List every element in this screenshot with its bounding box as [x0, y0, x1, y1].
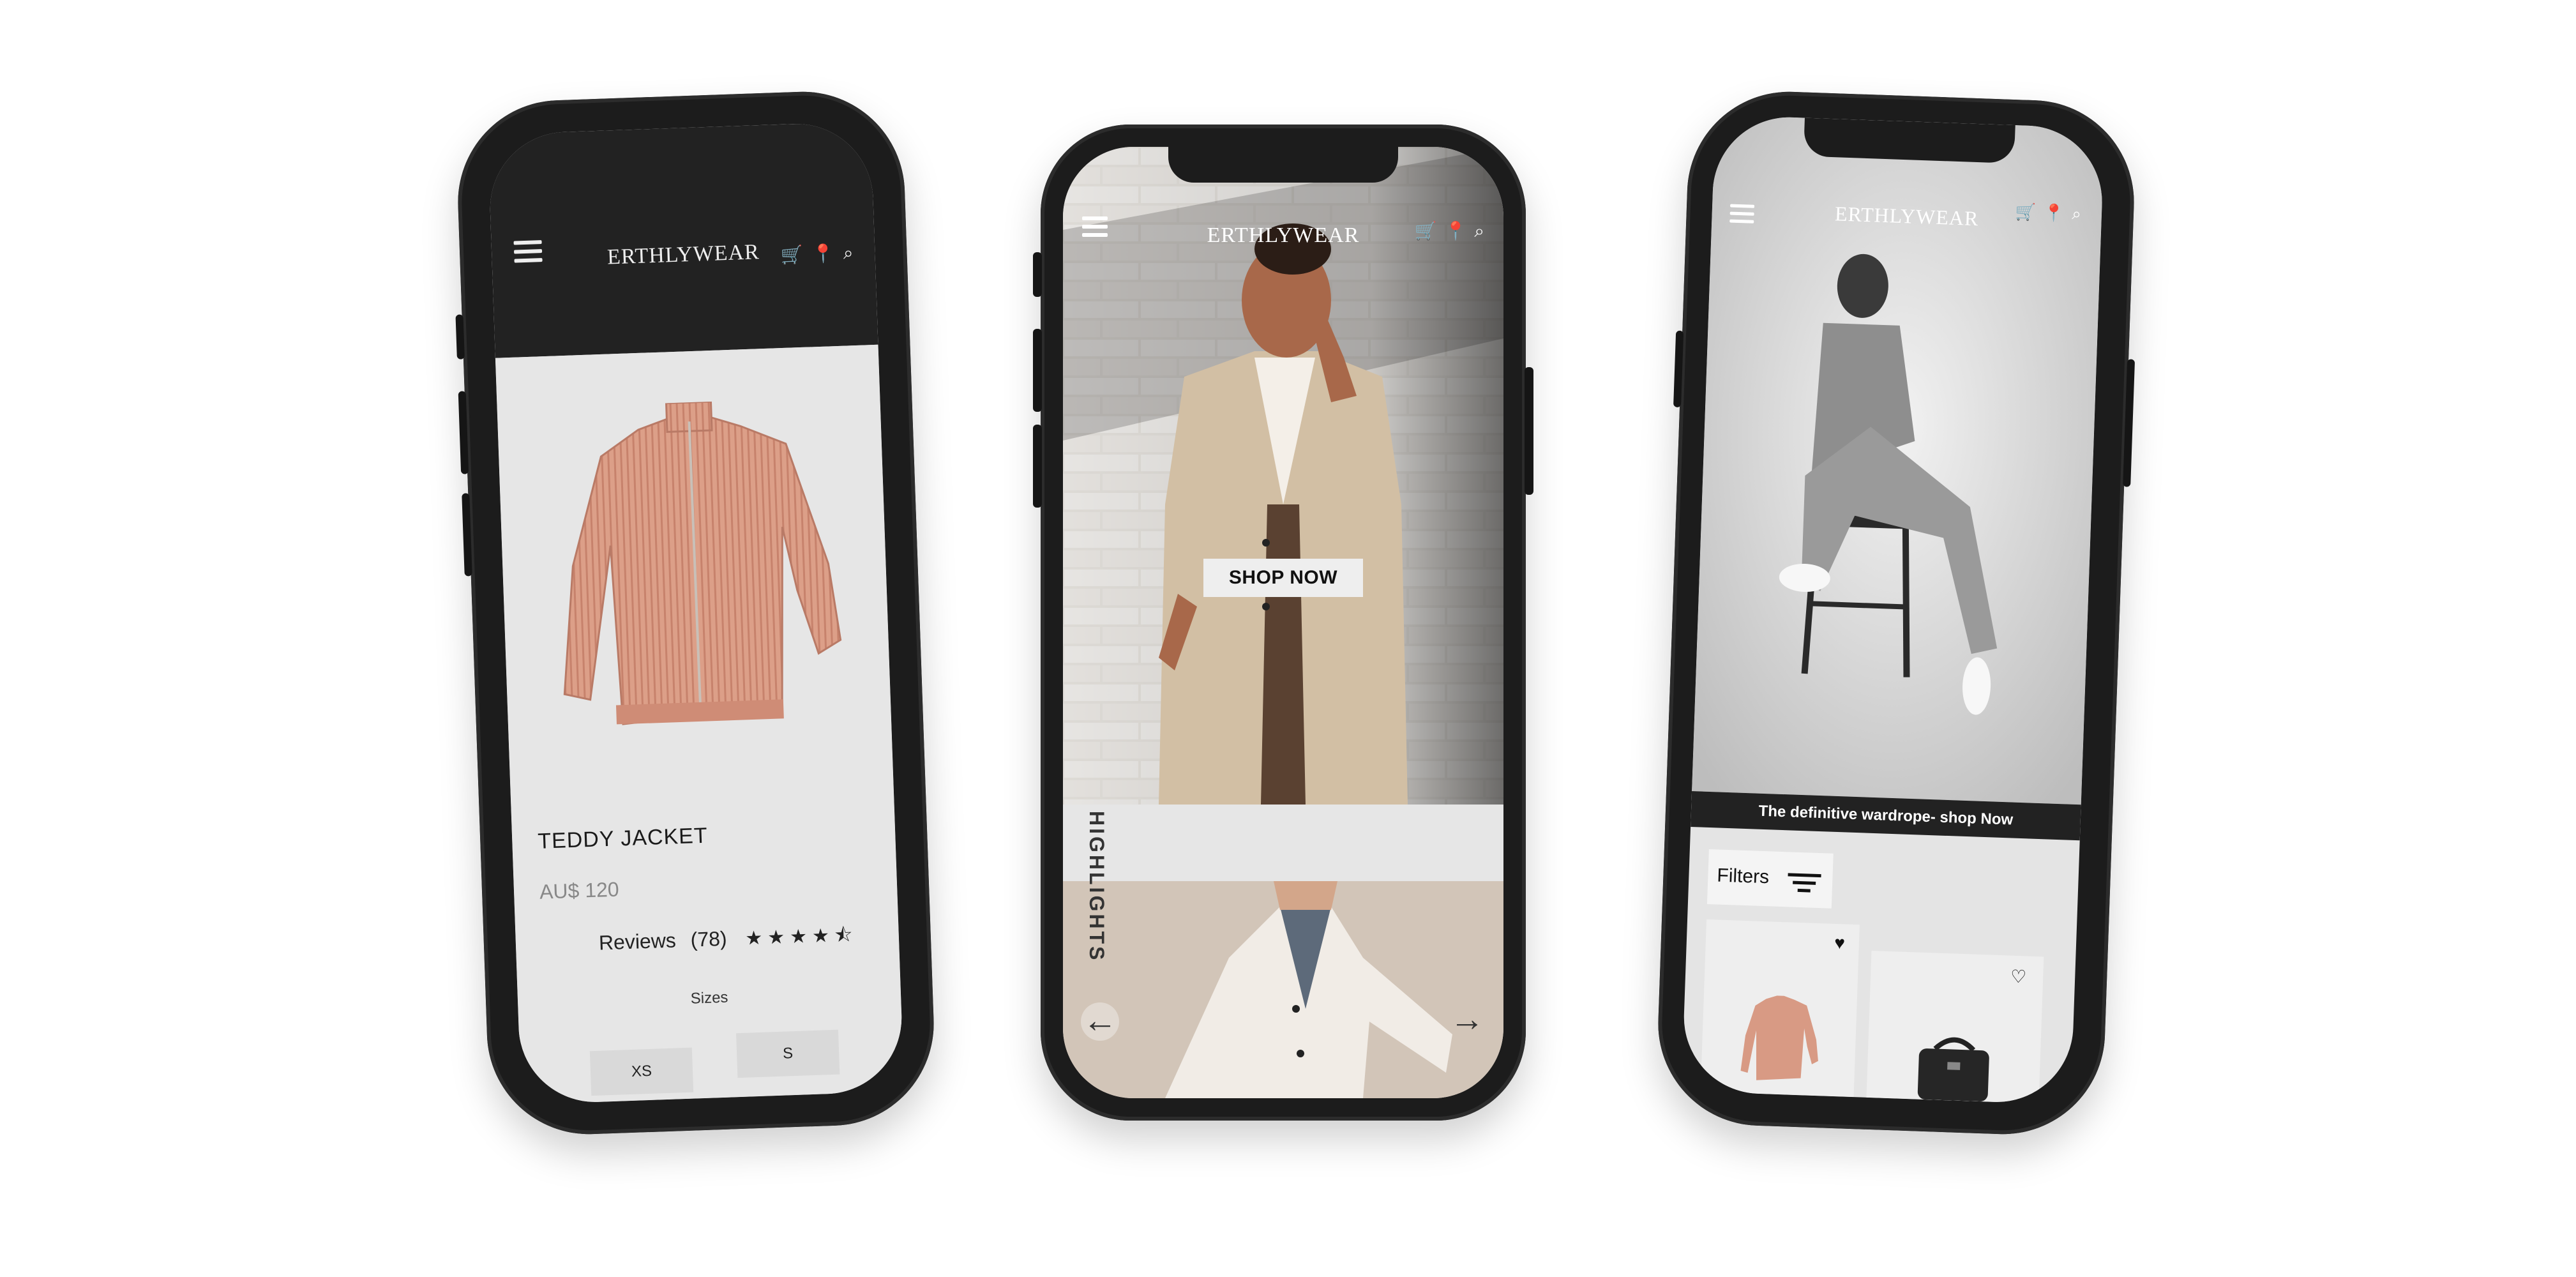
phone-home: ERTHLYWEAR 🛒📍⌕ SHOP NOW HIGHLIGHTS ← → [1033, 125, 1533, 1121]
favorite-outline-icon[interactable]: ♡ [2010, 966, 2027, 988]
product-screen: ERTHLYWEAR 🛒📍⌕ TEDDY JACKET AU$ 120 Revi… [487, 121, 905, 1105]
location-icon[interactable]: 📍 [811, 243, 843, 264]
product-price: AU$ 120 [539, 877, 620, 903]
filter-icon [1787, 868, 1821, 897]
reviews-label: Reviews [598, 928, 677, 955]
phone-notch [1168, 147, 1398, 183]
reviews-count: (78) [690, 926, 728, 951]
teddy-jacket-image [563, 400, 842, 725]
phone-catalog: ERTHLYWEAR 🛒📍⌕ The definitive wardrope- … [1654, 88, 2138, 1138]
highlights-band [1063, 805, 1503, 881]
highlight-image-white-blazer [1063, 881, 1503, 1098]
home-screen: ERTHLYWEAR 🛒📍⌕ SHOP NOW HIGHLIGHTS ← → [1063, 147, 1503, 1098]
app-header: ERTHLYWEAR 🛒📍⌕ [487, 121, 878, 358]
star-rating-icon: ★★★★⯪ [744, 924, 858, 949]
cart-icon[interactable]: 🛒 [1415, 221, 1445, 241]
sizes-label: Sizes [690, 988, 728, 1008]
search-icon[interactable]: ⌕ [1474, 221, 1492, 241]
location-icon[interactable]: 📍 [2044, 203, 2072, 223]
size-option-xs[interactable]: XS [589, 1047, 694, 1096]
header-actions: 🛒📍⌕ [2015, 202, 2089, 225]
location-icon[interactable]: 📍 [1444, 221, 1474, 241]
product-name: TEDDY JACKET [537, 823, 709, 854]
shop-now-button[interactable]: SHOP NOW [1203, 559, 1363, 597]
product-card: TEDDY JACKET AU$ 120 Reviews (78) ★★★★⯪ … [495, 344, 905, 1105]
reviews-row[interactable]: Reviews (78) ★★★★⯪ [598, 920, 858, 962]
header-actions: 🛒📍⌕ [1415, 220, 1492, 242]
jacket-thumbnail [1740, 995, 1818, 1080]
filters-button[interactable]: Filters [1706, 849, 1834, 909]
search-icon[interactable]: ⌕ [843, 243, 862, 263]
size-option-lg[interactable]: LG [738, 1099, 843, 1105]
highlights-label: HIGHLIGHTS [1085, 811, 1108, 963]
search-icon[interactable]: ⌕ [2072, 204, 2090, 223]
favorite-filled-icon[interactable]: ♥ [1834, 933, 1846, 954]
filters-label: Filters [1716, 865, 1770, 888]
catalog-screen: ERTHLYWEAR 🛒📍⌕ The definitive wardrope- … [1681, 114, 2105, 1105]
carousel-next-arrow-icon[interactable]: → [1450, 999, 1484, 1039]
phone-product-detail: ERTHLYWEAR 🛒📍⌕ TEDDY JACKET AU$ 120 Revi… [454, 88, 938, 1138]
bag-thumbnail [1917, 1037, 1989, 1102]
cart-icon[interactable]: 🛒 [781, 244, 813, 265]
carousel-prev-arrow-icon[interactable]: ← [1081, 1002, 1119, 1041]
product-tile-jacket[interactable]: ♥ [1700, 919, 1860, 1098]
product-tile-bag[interactable]: ♡ [1866, 950, 2044, 1104]
cart-icon[interactable]: 🛒 [2015, 202, 2044, 222]
phone-notch [1803, 117, 2015, 164]
header-actions: 🛒📍⌕ [781, 242, 863, 266]
size-option-s[interactable]: S [736, 1029, 840, 1078]
